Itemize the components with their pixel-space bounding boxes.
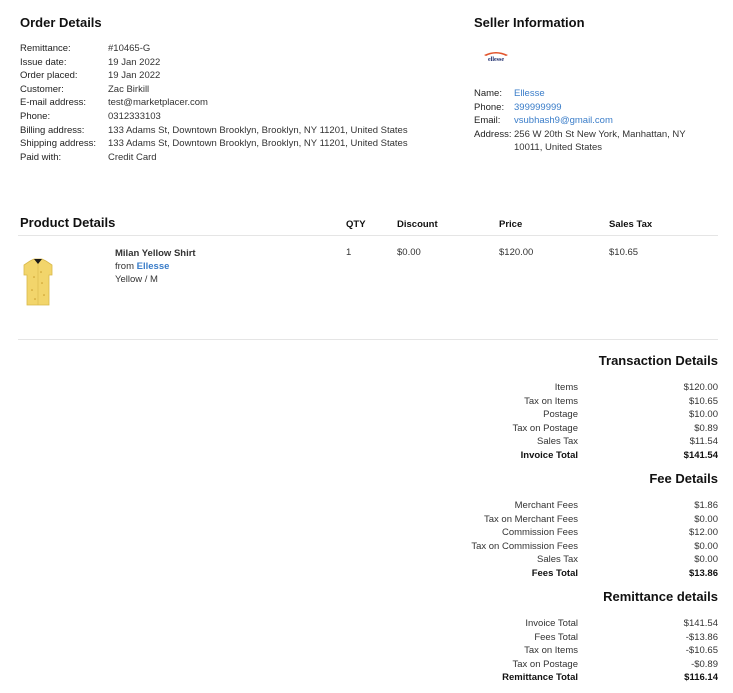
product-info: Milan Yellow Shirt from Ellesse Yellow /… <box>115 247 196 286</box>
transaction-row: Postage $10.00 <box>543 409 718 421</box>
fees-total-row: Fees Total $13.86 <box>531 567 718 579</box>
order-row-paid-with: Paid with: Credit Card <box>20 151 157 163</box>
seller-info-table: Name: Ellesse Phone: 399999999 Email: vsubh… <box>474 87 686 155</box>
remittance-row: Tax on Postage -$0.89 <box>512 658 719 670</box>
seller-address-line1: 256 W 20th St New York, Manhattan, NY <box>514 128 686 140</box>
transaction-row: Tax on Items $10.65 <box>524 395 718 407</box>
product-image <box>20 257 56 309</box>
seller-row-name: Name: Ellesse <box>474 87 686 101</box>
seller-row-address: Address: 256 W 20th St New York, Manhatta… <box>474 128 686 154</box>
seller-name-link[interactable]: Ellesse <box>514 87 686 101</box>
order-row-email: E-mail address: test@marketplacer.com <box>20 97 208 109</box>
seller-logo: ellesse <box>481 50 511 64</box>
order-row-customer: Customer: Zac Birkill <box>20 83 150 95</box>
product-variant: Yellow / M <box>115 274 158 285</box>
product-qty: 1 <box>346 247 352 258</box>
col-qty: QTY <box>346 219 366 230</box>
transaction-details-title: Transaction Details <box>598 353 718 368</box>
remittance-total-row: Remittance Total $116.14 <box>502 672 718 684</box>
transaction-details-summary: Items $120.00 Tax on Items $10.65 Postage $… <box>418 381 719 463</box>
svg-text:ellesse: ellesse <box>488 57 504 63</box>
order-row-order-placed: Order placed: 19 Jan 2022 <box>20 70 161 82</box>
remittance-row: Tax on Items -$10.65 <box>524 645 718 657</box>
col-price: Price <box>499 219 523 230</box>
remittance-row: Invoice Total $141.54 <box>525 618 718 629</box>
order-row-phone: Phone: 0312333103 <box>20 110 161 122</box>
remittance-details-title: Remittance details <box>603 589 718 604</box>
seller-email-link[interactable]: vsubhash9@gmail.com <box>514 114 686 128</box>
fee-row: Tax on Commission Fees $0.00 <box>471 540 718 552</box>
fee-row: Merchant Fees $1.86 <box>514 500 718 511</box>
product-brand-link[interactable]: Ellesse <box>137 261 170 272</box>
fee-details-title: Fee Details <box>649 471 718 486</box>
fee-row: Tax on Merchant Fees $0.00 <box>484 513 718 525</box>
col-sales-tax: Sales Tax <box>609 219 653 230</box>
fee-details-summary: Merchant Fees $1.86 Tax on Merchant Fees $… <box>418 499 718 581</box>
product-price: $120.00 <box>499 247 534 258</box>
product-name: Milan Yellow Shirt <box>115 248 196 259</box>
seller-row-email: Email: vsubhash9@gmail.com <box>474 114 686 128</box>
product-from-label: from <box>115 261 134 272</box>
order-row-issue-date: Issue date: 19 Jan 2022 <box>20 56 161 68</box>
product-header-divider <box>18 235 718 236</box>
remittance-details-summary: Invoice Total $141.54 Fees Total -$13.86 T… <box>418 617 718 685</box>
seller-info-title: Seller Information <box>474 15 585 30</box>
fee-row: Commission Fees $12.00 <box>501 527 718 539</box>
seller-phone-link[interactable]: 399999999 <box>514 101 686 115</box>
seller-row-phone: Phone: 399999999 <box>474 101 686 115</box>
product-bottom-divider <box>18 339 718 340</box>
col-discount: Discount <box>397 219 438 230</box>
transaction-row: Sales Tax $11.54 <box>536 436 718 448</box>
fee-row: Sales Tax $0.00 <box>536 554 718 566</box>
invoice-total-row: Invoice Total $141.54 <box>520 449 718 461</box>
seller-address-line2: 10011, United States <box>514 142 603 154</box>
order-row-billing: Billing address: 133 Adams St, Downtown B… <box>20 124 408 136</box>
transaction-row: Tax on Postage $0.89 <box>512 422 719 434</box>
transaction-row: Items $120.00 <box>554 382 718 393</box>
order-row-shipping: Shipping address: 133 Adams St, Downtown … <box>20 138 408 150</box>
remittance-row: Fees Total -$13.86 <box>534 631 718 643</box>
order-details-title: Order Details <box>20 15 102 30</box>
product-sales-tax: $10.65 <box>609 247 639 258</box>
product-discount: $0.00 <box>397 247 421 258</box>
product-details-title: Product Details <box>20 215 116 230</box>
order-row-remittance: Remittance: #10465-G <box>20 43 151 54</box>
order-details-table: Remittance: #10465-G Issue date: 19 Jan 20… <box>20 42 408 164</box>
